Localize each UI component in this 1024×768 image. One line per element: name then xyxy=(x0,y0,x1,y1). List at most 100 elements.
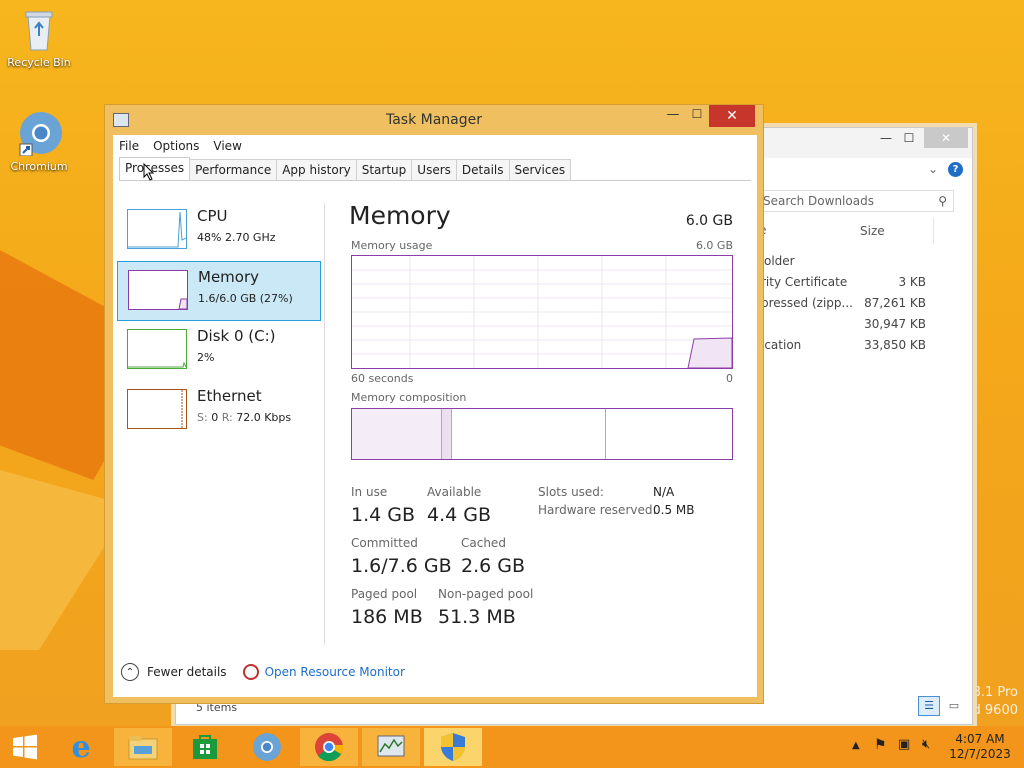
taskbar-chrome[interactable] xyxy=(300,728,358,766)
tab-services[interactable]: Services xyxy=(508,159,572,180)
sidebar-divider[interactable] xyxy=(324,203,325,645)
task-manager-window[interactable]: Task Manager — ☐ ✕ File Options View Pro… xyxy=(104,104,764,704)
close-icon[interactable]: ✕ xyxy=(924,128,968,148)
sidebar-item-disk[interactable]: Disk 0 (C:) 2% xyxy=(117,321,321,381)
windows-watermark: 8.1 Pro d 9600 xyxy=(972,685,1018,718)
available-value: 4.4 GB xyxy=(427,504,492,526)
axis-left-label: 60 seconds xyxy=(351,372,414,385)
taskbar-file-explorer[interactable] xyxy=(114,728,172,766)
desktop-icon-recycle-bin[interactable]: Recycle Bin xyxy=(4,6,74,69)
taskbar-internet-explorer[interactable]: e xyxy=(52,728,110,766)
desktop-icon-chromium[interactable]: Chromium xyxy=(4,110,74,173)
slots-used-label: Slots used: xyxy=(538,485,604,499)
chevron-up-icon: ⌃ xyxy=(121,663,139,681)
taskbar: e ▲ ⚑ ▣ 🔇︎ 4:07 AM 12/7/2023 xyxy=(0,726,1024,768)
network-icon[interactable]: ▣ xyxy=(898,737,910,752)
tab-details[interactable]: Details xyxy=(455,159,510,180)
close-button[interactable]: ✕ xyxy=(709,105,755,127)
file-row-name[interactable]: ication xyxy=(761,338,801,352)
sidebar-item-label: Ethernet xyxy=(197,387,262,405)
minimize-icon[interactable]: — xyxy=(663,107,683,122)
resource-monitor-icon xyxy=(242,664,259,680)
show-hidden-icons-button[interactable]: ▲ xyxy=(852,740,860,751)
paged-pool-value: 186 MB xyxy=(351,606,423,628)
shield-icon xyxy=(441,733,465,761)
open-resource-monitor-link[interactable]: Open Resource Monitor xyxy=(242,664,405,680)
memory-sparkline xyxy=(128,270,188,310)
sidebar-item-cpu[interactable]: CPU 48% 2.70 GHz xyxy=(117,201,321,261)
in-use-label: In use xyxy=(351,485,388,499)
disk-sparkline xyxy=(127,329,187,369)
chromium-icon xyxy=(18,110,62,157)
sidebar-item-value: 48% 2.70 GHz xyxy=(197,231,276,244)
sidebar-item-label: Disk 0 (C:) xyxy=(197,327,276,345)
tab-performance[interactable]: Performance xyxy=(189,159,278,180)
performance-sidebar: CPU 48% 2.70 GHz Memory 1.6/6.0 GB (27%)… xyxy=(117,201,321,441)
column-size-header[interactable]: Size xyxy=(860,224,885,238)
hardware-reserved-value: 0.5 MB xyxy=(653,503,695,517)
taskbar-chromium[interactable] xyxy=(238,728,296,766)
fewer-details-button[interactable]: ⌃ Fewer details xyxy=(121,663,227,681)
taskbar-task-manager[interactable] xyxy=(362,728,420,766)
sidebar-item-label: CPU xyxy=(197,207,228,225)
ethernet-sparkline xyxy=(127,389,187,429)
composition-divider xyxy=(605,409,606,459)
tab-app-history[interactable]: App history xyxy=(276,159,357,180)
in-use-value: 1.4 GB xyxy=(351,504,416,526)
file-row-name[interactable]: pressed (zipp... xyxy=(761,296,853,310)
taskbar-store[interactable] xyxy=(176,728,234,766)
composition-modified xyxy=(442,409,452,459)
page-title: Memory xyxy=(349,201,451,230)
search-downloads-input[interactable]: Search Downloads ⚲ xyxy=(756,190,954,212)
sidebar-item-ethernet[interactable]: Ethernet S: 0 R: 72.0 Kbps xyxy=(117,381,321,441)
clock-time: 4:07 AM xyxy=(955,732,1005,746)
start-button[interactable] xyxy=(0,728,50,766)
volume-muted-icon[interactable]: 🔇︎ xyxy=(922,737,930,752)
hardware-reserved-label: Hardware reserved: xyxy=(538,503,657,517)
maximize-icon[interactable]: ☐ xyxy=(894,128,924,148)
column-divider[interactable] xyxy=(933,218,934,244)
maximize-icon[interactable]: ☐ xyxy=(687,107,707,121)
sidebar-item-memory[interactable]: Memory 1.6/6.0 GB (27%) xyxy=(117,261,321,321)
clock-date: 12/7/2023 xyxy=(949,747,1011,761)
committed-label: Committed xyxy=(351,536,418,550)
menu-bar: File Options View xyxy=(113,135,757,157)
menu-file[interactable]: File xyxy=(119,139,139,153)
menu-options[interactable]: Options xyxy=(153,139,199,153)
recycle-bin-icon xyxy=(18,6,60,52)
sidebar-item-value: 1.6/6.0 GB (27%) xyxy=(198,292,293,305)
memory-composition-label: Memory composition xyxy=(351,391,467,404)
internet-explorer-icon: e xyxy=(71,729,91,765)
cached-label: Cached xyxy=(461,536,506,550)
footer: ⌃ Fewer details Open Resource Monitor xyxy=(121,663,405,681)
file-row-name[interactable]: rity Certificate xyxy=(761,275,847,289)
task-manager-client: File Options View Processes Performance … xyxy=(113,135,757,697)
flag-icon[interactable]: ⚑ xyxy=(874,737,887,753)
chromium-icon xyxy=(253,733,281,761)
file-row-name[interactable]: older xyxy=(764,254,795,268)
task-manager-icon xyxy=(377,735,405,757)
slots-used-value: N/A xyxy=(653,485,675,499)
chevron-down-icon[interactable]: ⌄ xyxy=(928,162,938,176)
memory-usage-graph xyxy=(351,255,733,369)
file-row-size: 3 KB xyxy=(898,275,926,289)
chrome-icon xyxy=(315,733,344,762)
clock[interactable]: 4:07 AM 12/7/2023 xyxy=(944,732,1016,762)
taskbar-user-account-control[interactable] xyxy=(424,728,482,766)
menu-view[interactable]: View xyxy=(213,139,241,153)
memory-composition-bar xyxy=(351,408,733,460)
help-icon[interactable]: ? xyxy=(948,162,963,177)
tab-users[interactable]: Users xyxy=(411,159,457,180)
cached-value: 2.6 GB xyxy=(461,555,526,577)
paged-pool-label: Paged pool xyxy=(351,587,418,601)
close-icon: ✕ xyxy=(726,108,738,124)
large-icons-view-icon[interactable]: ▭ xyxy=(944,696,964,716)
details-view-icon[interactable]: ☰ xyxy=(918,696,940,716)
file-row-size: 30,947 KB xyxy=(864,317,926,331)
task-manager-titlebar[interactable]: Task Manager — ☐ ✕ xyxy=(105,105,763,135)
tab-startup[interactable]: Startup xyxy=(355,159,413,180)
cpu-sparkline xyxy=(127,209,187,249)
committed-value: 1.6/7.6 GB xyxy=(351,555,452,577)
folder-icon xyxy=(128,736,158,760)
non-paged-pool-value: 51.3 MB xyxy=(438,606,516,628)
